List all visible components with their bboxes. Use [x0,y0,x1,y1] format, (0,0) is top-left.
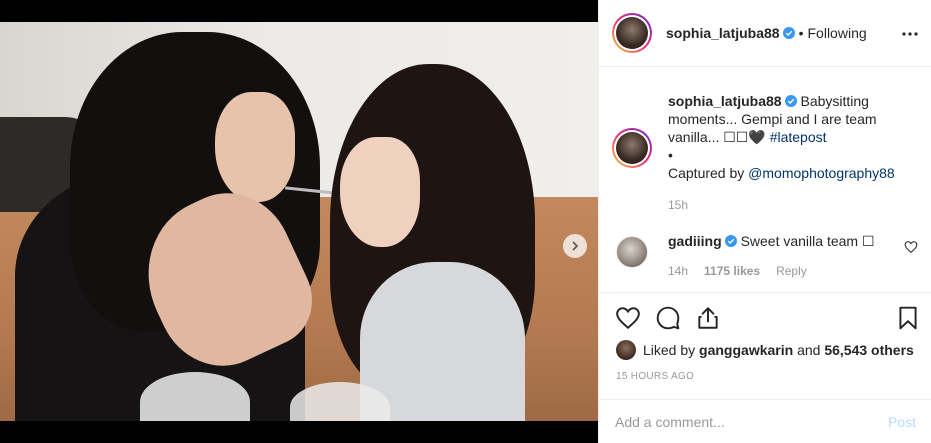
post-comment-button[interactable]: Post [888,414,916,430]
caption-timestamp: 15h [668,198,689,212]
caption-text: sophia_latjuba88 Babysitting moments... … [668,92,908,182]
avatar-image [616,17,648,49]
reply-button[interactable]: Reply [776,264,807,278]
commenter-avatar[interactable] [616,236,648,268]
carousel-next-button[interactable] [563,234,587,258]
caption-avatar[interactable] [612,128,652,168]
comment-timestamp: 14h [668,264,689,278]
instagram-post: sophia_latjuba88 • Following sophia_latj… [0,0,931,443]
chevron-right-icon [572,241,579,251]
comment-text: gadiiing Sweet vanilla team ☐ [668,232,875,268]
likes-count[interactable]: 56,543 others [824,342,914,358]
comment-item: gadiiing Sweet vanilla team ☐ 14h 1175 l… [612,232,918,278]
avatar-image [616,132,648,164]
bookmark-icon[interactable] [895,305,921,331]
comment-icon[interactable] [655,305,681,331]
verified-badge-icon [724,235,737,247]
liked-by-middle: and [793,342,825,358]
comment-meta: 14h 1175 likes Reply [668,264,807,278]
liked-by-prefix: Liked by [643,342,696,358]
more-options-icon [902,32,918,36]
verified-badge-icon [782,27,795,39]
post-photo[interactable] [0,22,598,421]
mention-link[interactable]: @momophotography88 [748,165,895,181]
post-header: sophia_latjuba88 • Following [599,0,931,67]
liker-avatar[interactable] [616,340,636,360]
add-comment-section: Post [599,399,931,443]
post-sidebar: sophia_latjuba88 • Following sophia_latj… [598,0,931,443]
more-options-button[interactable] [900,24,920,44]
liker-username[interactable]: ganggawkarin [699,342,793,358]
comment-body: Sweet vanilla team ☐ [740,233,875,249]
comment-input[interactable] [615,413,888,430]
photo-woman-face [215,92,295,202]
caption-username[interactable]: sophia_latjuba88 [668,93,782,109]
comment-heart-icon[interactable] [904,240,918,254]
post-timestamp: 15 HOURS AGO [616,371,695,382]
following-button[interactable]: Following [808,25,867,41]
photo-girl-face [340,137,420,247]
heart-icon[interactable] [615,305,641,331]
author-username[interactable]: sophia_latjuba88 [666,25,780,41]
share-icon[interactable] [695,305,721,331]
header-text: sophia_latjuba88 • Following [666,25,867,41]
commenter-username[interactable]: gadiiing [668,233,722,249]
post-caption: sophia_latjuba88 Babysitting moments... … [612,92,917,182]
caption-bullet: • [668,147,673,163]
author-avatar[interactable] [612,13,652,53]
comment-likes[interactable]: 1175 likes [704,264,760,278]
captured-by-text: Captured by [668,165,749,181]
liked-by-row: Liked by ganggawkarin and 56,543 others [616,340,914,360]
separator-bullet: • [798,25,804,41]
hashtag-link[interactable]: #latepost [770,129,827,145]
caption-emoji: ☐☐🖤 [723,129,766,145]
verified-badge-icon [784,95,797,107]
post-actions: Liked by ganggawkarin and 56,543 others … [599,292,931,392]
